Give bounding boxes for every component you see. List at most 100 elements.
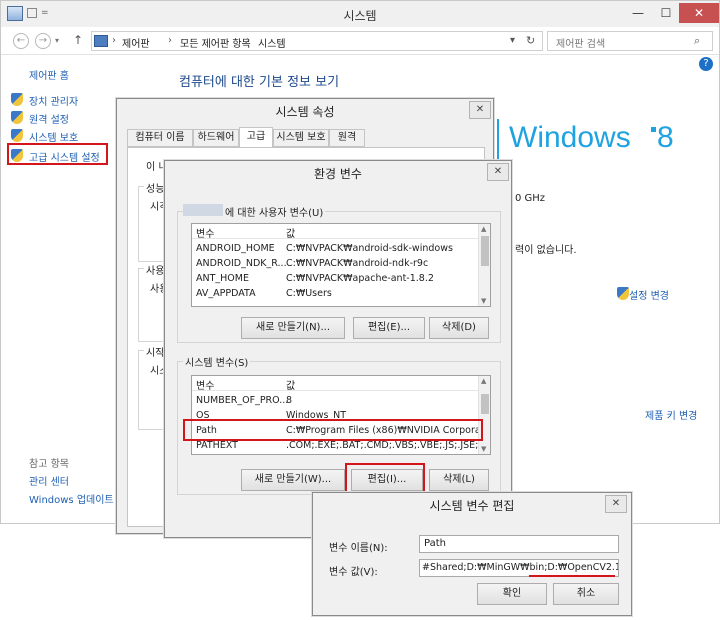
window-title: 시스템 (343, 9, 377, 23)
forward-icon[interactable]: → (35, 33, 51, 49)
title-bar: = 시스템 — ☐ ✕ (1, 1, 719, 27)
tab-system-protection[interactable]: 시스템 보호 (273, 129, 329, 147)
breadcrumb-separator-icon: › (168, 35, 172, 46)
list-item[interactable]: NUMBER_OF_PRO... 8 (192, 394, 480, 409)
variable-name: ANDROID_NDK_R... (196, 258, 287, 269)
shield-icon (617, 287, 629, 300)
highlight-box (7, 143, 108, 165)
variable-value-label: 변수 값(V): (329, 567, 378, 578)
list-header: 변수 값 (192, 376, 480, 392)
tab-advanced[interactable]: 고급 (239, 127, 273, 148)
up-icon[interactable]: ↑ (73, 33, 83, 47)
control-panel-home-link[interactable]: 제어판 홈 (29, 67, 69, 82)
scroll-thumb[interactable] (481, 394, 489, 414)
maximize-button[interactable]: ☐ (653, 3, 679, 23)
windows-logo: Windows 8 (497, 115, 697, 165)
system-delete-button[interactable]: 삭제(L) (429, 469, 489, 491)
control-panel-icon (94, 35, 108, 47)
variable-name-label: 변수 이름(N): (329, 543, 388, 554)
dialog-title: 환경 변수 (314, 167, 362, 181)
close-button[interactable]: ✕ (487, 163, 509, 181)
variable-value: 8 (286, 395, 293, 406)
user-edit-button[interactable]: 편집(E)... (353, 317, 425, 339)
close-button[interactable]: ✕ (605, 495, 627, 513)
list-item[interactable]: PATHEXT .COM;.EXE;.BAT;.CMD;.VBS;.VBE;.J… (192, 439, 490, 454)
vertical-scrollbar[interactable]: ▲ ▼ (478, 224, 490, 306)
edit-button-highlight (345, 463, 425, 495)
variable-value: .COM;.EXE;.BAT;.CMD;.VBS;.VBE;.JS;.JSE;.… (286, 440, 491, 451)
action-center-link[interactable]: 관리 센터 (29, 473, 69, 488)
ok-button[interactable]: 확인 (477, 583, 547, 605)
shield-icon (11, 129, 23, 142)
user-variables-label: 에 대한 사용자 변수(U) (223, 204, 326, 219)
user-delete-button[interactable]: 삭제(D) (429, 317, 489, 339)
variable-value: C:₩Users (286, 288, 332, 299)
recent-dropdown-icon[interactable]: ▾ (55, 36, 59, 45)
search-input[interactable]: 제어판 검색 ⌕ (547, 31, 713, 51)
close-button[interactable]: ✕ (679, 3, 719, 23)
breadcrumb-system[interactable]: 시스템 (258, 35, 286, 50)
windows-update-link[interactable]: Windows 업데이트 (29, 491, 114, 506)
system-new-button[interactable]: 새로 만들기(W)... (241, 469, 345, 491)
navigation-bar: ← → ▾ ↑ › 제어판 › 모든 제어판 항목 › 시스템 ▾ ↻ 제어판 … (1, 27, 719, 55)
variable-name: PATHEXT (196, 440, 238, 451)
remote-settings-link[interactable]: 원격 설정 (29, 111, 69, 126)
list-item[interactable]: AV_APPDATA C:₩Users (192, 287, 480, 302)
variable-value: C:₩NVPACK₩android-sdk-windows (286, 243, 453, 254)
scroll-down-icon[interactable]: ▼ (481, 297, 486, 305)
list-item[interactable]: ANT_HOME C:₩NVPACK₩apache-ant-1.8.2 (192, 272, 480, 287)
environment-variables-dialog: 환경 변수 ✕ 에 대한 사용자 변수(U) 변수 값 ANDROID_HOME… (164, 160, 512, 538)
system-variables-label: 시스템 변수(S) (183, 354, 251, 369)
scroll-up-icon[interactable]: ▲ (481, 377, 486, 385)
address-dropdown-icon[interactable]: ▾ (510, 35, 515, 46)
list-item[interactable]: ANDROID_NDK_R... C:₩NVPACK₩android-ndk-r… (192, 257, 480, 272)
search-icon[interactable]: ⌕ (694, 34, 700, 48)
breadcrumb-separator-icon: › (112, 35, 116, 46)
help-icon[interactable]: ? (699, 57, 713, 71)
breadcrumb-all-items[interactable]: 모든 제어판 항목 (180, 35, 251, 50)
page-title: 컴퓨터에 대한 기본 정보 보기 (179, 75, 340, 90)
search-placeholder: 제어판 검색 (556, 39, 606, 50)
vertical-scrollbar[interactable]: ▲ ▼ (478, 376, 490, 454)
scroll-thumb[interactable] (481, 236, 489, 266)
edit-system-variable-dialog: 시스템 변수 편집 ✕ 변수 이름(N): Path 변수 값(V): #Sha… (312, 492, 632, 616)
user-new-button[interactable]: 새로 만들기(N)... (241, 317, 345, 339)
scroll-down-icon[interactable]: ▼ (481, 445, 486, 453)
list-item[interactable]: ANDROID_HOME C:₩NVPACK₩android-sdk-windo… (192, 242, 480, 257)
variable-name: NUMBER_OF_PRO... (196, 395, 289, 406)
windows-logo-number: 8 (657, 121, 674, 154)
cancel-button[interactable]: 취소 (553, 583, 619, 605)
redacted-username (183, 204, 223, 216)
column-header-variable[interactable]: 변수 (196, 377, 214, 392)
value-underline (529, 575, 615, 577)
variable-value: C:₩NVPACK₩apache-ant-1.8.2 (286, 273, 434, 284)
change-settings-link[interactable]: 설정 변경 (629, 287, 669, 302)
change-product-key-link[interactable]: 제품 키 변경 (645, 407, 697, 422)
back-icon[interactable]: ← (13, 33, 29, 49)
column-header-value[interactable]: 값 (286, 225, 295, 240)
scroll-up-icon[interactable]: ▲ (481, 225, 486, 233)
logo-dot (651, 127, 656, 132)
device-manager-link[interactable]: 장치 관리자 (29, 93, 78, 108)
system-protection-link[interactable]: 시스템 보호 (29, 129, 78, 144)
list-header: 변수 값 (192, 224, 480, 240)
address-bar[interactable]: › 제어판 › 모든 제어판 항목 › 시스템 ▾ ↻ (91, 31, 543, 51)
tab-hardware[interactable]: 하드웨어 (193, 129, 239, 147)
variable-name: ANDROID_HOME (196, 243, 275, 254)
shield-icon (11, 111, 23, 124)
refresh-icon[interactable]: ↻ (526, 34, 535, 47)
tab-remote[interactable]: 원격 (329, 129, 365, 147)
variable-name-field[interactable]: Path (419, 535, 619, 553)
system-variables-list[interactable]: 변수 값 NUMBER_OF_PRO... 8 OS Windows_NT Pa… (191, 375, 491, 455)
minimize-button[interactable]: — (625, 3, 651, 23)
shield-icon (11, 93, 23, 106)
path-row-highlight (183, 419, 483, 441)
pen-touch-text: 력이 없습니다. (515, 245, 577, 256)
close-button[interactable]: ✕ (469, 101, 491, 119)
column-header-value[interactable]: 값 (286, 377, 295, 392)
breadcrumb-control-panel[interactable]: 제어판 (122, 35, 150, 50)
cpu-speed-text: 0 GHz (515, 193, 546, 204)
user-variables-list[interactable]: 변수 값 ANDROID_HOME C:₩NVPACK₩android-sdk-… (191, 223, 491, 307)
column-header-variable[interactable]: 변수 (196, 225, 214, 240)
tab-computer-name[interactable]: 컴퓨터 이름 (127, 129, 193, 147)
